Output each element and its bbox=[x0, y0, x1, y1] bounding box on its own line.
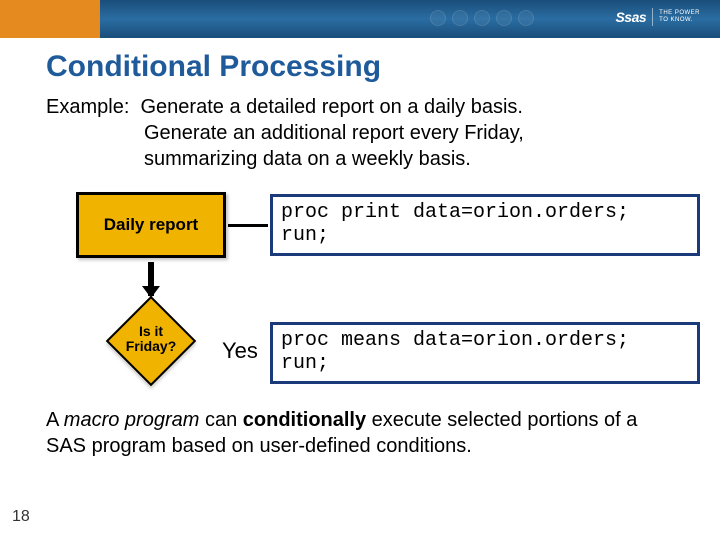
code-box-print: proc print data=orion.orders; run; bbox=[270, 194, 700, 256]
logo-brand-text: Ssas bbox=[615, 9, 646, 25]
example-line2: Generate an additional report every Frid… bbox=[46, 120, 680, 146]
example-text: Example: Generate a detailed report on a… bbox=[0, 88, 720, 172]
slide-title: Conditional Processing bbox=[0, 38, 720, 88]
bold-conditionally: conditionally bbox=[243, 409, 366, 431]
decorative-dots bbox=[430, 10, 534, 26]
code-box-means: proc means data=orion.orders; run; bbox=[270, 322, 700, 384]
arrow-down-icon bbox=[148, 262, 154, 296]
daily-report-box: Daily report bbox=[76, 192, 226, 258]
orange-accent bbox=[0, 0, 100, 38]
diamond-text: Is it Friday? bbox=[101, 324, 201, 355]
italic-macro-program: macro program bbox=[64, 409, 200, 431]
example-line1: Generate a detailed report on a daily ba… bbox=[141, 96, 523, 118]
example-label: Example: bbox=[46, 94, 129, 120]
logo-divider bbox=[652, 8, 653, 26]
header-bar: Ssas THE POWER TO KNOW. bbox=[0, 0, 720, 38]
flowchart: Daily report proc print data=orion.order… bbox=[0, 186, 720, 406]
connector-line-right bbox=[228, 224, 268, 227]
summary-text: A macro program can conditionally execut… bbox=[0, 406, 720, 459]
example-line3: summarizing data on a weekly basis. bbox=[46, 146, 680, 172]
logo-tagline: THE POWER TO KNOW. bbox=[659, 10, 700, 24]
decision-diamond: Is it Friday? bbox=[101, 304, 201, 378]
slide-number: 18 bbox=[12, 508, 30, 526]
yes-label: Yes bbox=[222, 338, 258, 364]
sas-logo: Ssas THE POWER TO KNOW. bbox=[615, 8, 700, 26]
